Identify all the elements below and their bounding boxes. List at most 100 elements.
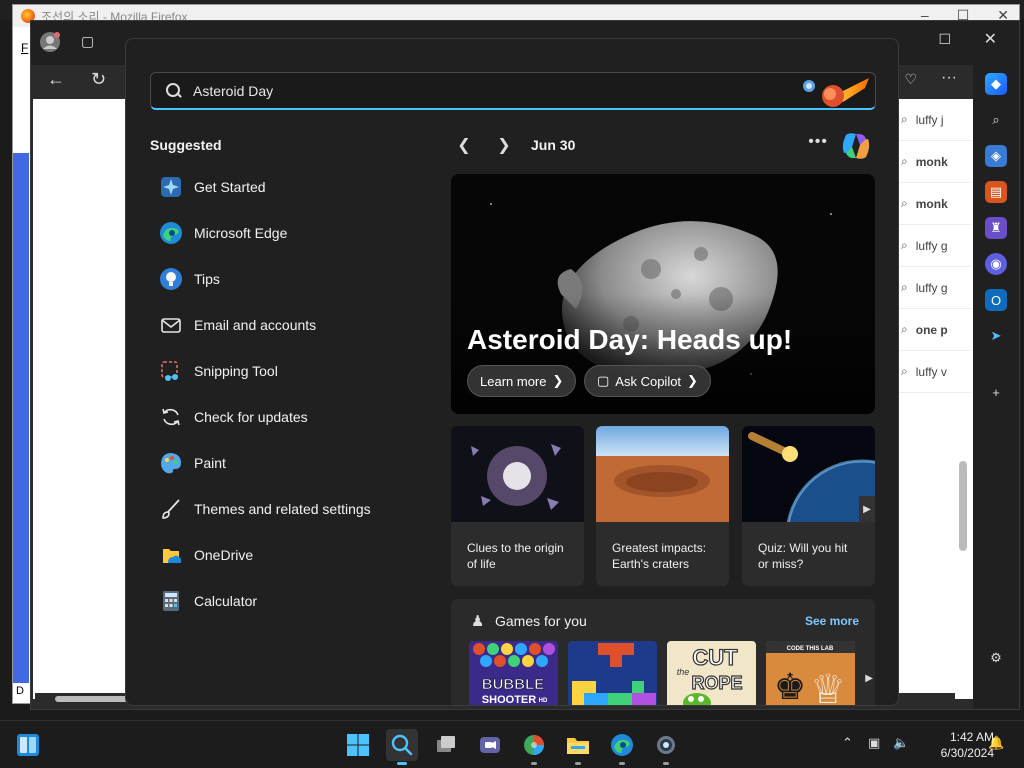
- app-button-orb[interactable]: [518, 729, 550, 765]
- color-orb-icon: [524, 735, 544, 755]
- active-indicator: [397, 762, 407, 765]
- chevron-right-icon[interactable]: ▶: [865, 673, 873, 684]
- see-more-link[interactable]: See more: [805, 614, 859, 628]
- game-tile-tag: HD: [539, 698, 548, 704]
- search-icon: ⌕: [901, 238, 908, 252]
- app-onedrive[interactable]: OneDrive: [150, 532, 410, 578]
- scrollbar-thumb[interactable]: [55, 696, 135, 702]
- search-button[interactable]: [386, 729, 418, 765]
- folder-icon: [567, 738, 589, 754]
- microsoft-365-icon[interactable]: ◉: [985, 253, 1007, 275]
- update-icon: [158, 404, 184, 430]
- chess-piece-icon: ♟: [471, 613, 485, 630]
- game-chess[interactable]: CODE THIS LAB ♚ ♕: [766, 641, 855, 706]
- games-icon[interactable]: ♜: [985, 217, 1007, 239]
- chevron-right-icon[interactable]: ▶: [859, 496, 875, 522]
- app-microsoft-edge[interactable]: Microsoft Edge: [150, 210, 410, 256]
- refresh-icon[interactable]: ↻: [91, 69, 106, 90]
- start-button[interactable]: [342, 729, 374, 761]
- app-snipping-tool[interactable]: Snipping Tool: [150, 348, 410, 394]
- volume-muted-icon[interactable]: 🔈: [893, 735, 909, 751]
- list-item[interactable]: ⌕ luffy j: [899, 99, 971, 141]
- game-cut-the-rope[interactable]: CUT the ROPE: [667, 641, 756, 705]
- shopping-tag-icon[interactable]: ◈: [985, 145, 1007, 167]
- chevron-left-icon[interactable]: ❮: [451, 135, 477, 155]
- list-item[interactable]: ⌕ luffy g: [899, 225, 971, 267]
- search-icon: ⌕: [901, 322, 908, 336]
- settings-button[interactable]: [650, 729, 682, 765]
- tips-icon: [158, 266, 184, 292]
- show-hidden-icons-chevron-icon[interactable]: ⌃: [842, 735, 853, 751]
- app-check-for-updates[interactable]: Check for updates: [150, 394, 410, 440]
- vertical-scrollbar[interactable]: [959, 461, 967, 551]
- search-icon: [391, 734, 413, 756]
- widgets-button[interactable]: [12, 729, 44, 761]
- system-clock[interactable]: 1:42 AM 6/30/2024: [918, 729, 994, 761]
- copilot-icon[interactable]: ◆: [985, 73, 1007, 95]
- teams-button[interactable]: [474, 729, 506, 761]
- chat-bubble-icon: ▢: [597, 373, 610, 388]
- search-input[interactable]: [193, 82, 753, 99]
- more-menu-icon[interactable]: ···: [941, 69, 957, 87]
- windows-search-panel: Suggested Get Started Microsoft Edge Tip…: [125, 38, 899, 706]
- send-icon[interactable]: ➤: [985, 325, 1007, 347]
- ask-copilot-button[interactable]: ▢ Ask Copilot ❯: [584, 365, 711, 397]
- notifications-icon[interactable]: 🔔: [988, 735, 1004, 751]
- search-icon: ⌕: [901, 154, 908, 168]
- settings-icon[interactable]: ⚙: [985, 647, 1007, 669]
- app-tips[interactable]: Tips: [150, 256, 410, 302]
- app-calculator[interactable]: Calculator: [150, 578, 410, 624]
- calculator-icon: [158, 588, 184, 614]
- hero-card[interactable]: Asteroid Day: Heads up! Learn more ❯ ▢ A…: [451, 174, 875, 414]
- profile-avatar[interactable]: [39, 31, 61, 58]
- firefox-page-blue-block: [13, 153, 29, 683]
- health-icon[interactable]: ♡: [904, 71, 917, 88]
- game-tile-title: BUBBLE: [482, 676, 545, 693]
- network-icon[interactable]: ▣: [868, 735, 880, 751]
- app-themes-settings[interactable]: Themes and related settings: [150, 486, 410, 532]
- list-item[interactable]: ⌕ monk: [899, 183, 971, 225]
- game-tile-subtitle: ROPE: [691, 673, 742, 693]
- games-section: ♟ Games for you See more BUBBLE SHOOTER …: [451, 599, 875, 706]
- chess-queen-icon: ♕: [810, 668, 846, 706]
- highlights-header: ❮ ❯ Jun 30 •••: [451, 131, 876, 159]
- card-greatest-impacts[interactable]: Greatest impacts: Earth's craters: [596, 426, 729, 586]
- task-view-button[interactable]: [430, 729, 462, 761]
- list-item[interactable]: ⌕ luffy v: [899, 351, 971, 393]
- search-icon[interactable]: ⌕: [985, 109, 1007, 131]
- game-tile-title: CODE THIS LAB: [787, 646, 834, 652]
- suggested-apps-list: Get Started Microsoft Edge Tips Email an…: [150, 164, 410, 624]
- list-item[interactable]: ⌕ luffy g: [899, 267, 971, 309]
- onedrive-icon: [158, 542, 184, 568]
- close-icon[interactable]: ✕: [984, 29, 997, 49]
- more-options-icon[interactable]: •••: [808, 133, 828, 151]
- app-email-and-accounts[interactable]: Email and accounts: [150, 302, 410, 348]
- tools-icon[interactable]: ▤: [985, 181, 1007, 203]
- search-box[interactable]: [150, 72, 876, 110]
- chevron-right-icon[interactable]: ❯: [491, 135, 517, 155]
- app-paint[interactable]: Paint: [150, 440, 410, 486]
- app-label: Themes and related settings: [194, 501, 371, 517]
- app-label: Paint: [194, 455, 226, 471]
- cut-the-rope-image: CUT the ROPE: [667, 641, 756, 705]
- game-bubble-shooter[interactable]: BUBBLE SHOOTER HD: [469, 641, 558, 705]
- copilot-icon[interactable]: [840, 131, 872, 161]
- tab-actions-icon[interactable]: ▢: [81, 33, 94, 50]
- edge-button[interactable]: [606, 729, 638, 765]
- app-get-started[interactable]: Get Started: [150, 164, 410, 210]
- add-icon[interactable]: +: [985, 381, 1007, 403]
- windows-logo-icon: [347, 734, 369, 756]
- card-origin-of-life[interactable]: Clues to the origin of life: [451, 426, 584, 586]
- back-icon[interactable]: ←: [47, 69, 65, 90]
- maximize-icon[interactable]: ☐: [938, 31, 951, 48]
- learn-more-button[interactable]: Learn more ❯: [467, 365, 577, 397]
- card-quiz[interactable]: Quiz: Will you hit or miss?: [742, 426, 875, 586]
- file-explorer-button[interactable]: [562, 729, 594, 765]
- outlook-icon[interactable]: O: [985, 289, 1007, 311]
- list-item[interactable]: ⌕ one p: [899, 309, 971, 351]
- firefox-status-letter: D: [16, 685, 24, 697]
- game-block-puzzle[interactable]: [568, 641, 657, 705]
- firefox-menu-file[interactable]: F: [21, 41, 28, 55]
- ask-copilot-label: Ask Copilot: [615, 373, 682, 389]
- list-item[interactable]: ⌕ monk: [899, 141, 971, 183]
